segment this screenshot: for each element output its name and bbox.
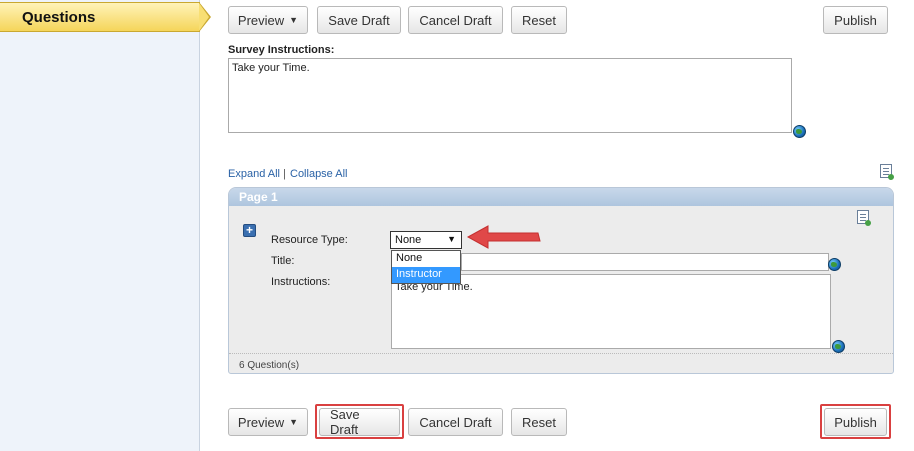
preview-label: Preview <box>237 414 285 430</box>
resource-type-label: Resource Type: <box>271 234 348 246</box>
sidebar: Questions <box>0 0 211 451</box>
link-separator: | <box>283 168 286 180</box>
expand-all-link[interactable]: Expand All <box>228 168 280 180</box>
page-header[interactable]: Page 1 <box>229 188 893 206</box>
sidebar-tab-label: Questions <box>22 9 96 26</box>
reset-button-bottom[interactable]: Reset <box>511 408 567 436</box>
title-input[interactable] <box>461 253 829 271</box>
reset-label: Reset <box>522 12 556 28</box>
dropdown-option-none[interactable]: None <box>392 251 460 267</box>
instructions-label: Instructions: <box>271 276 331 288</box>
globe-icon[interactable] <box>832 340 845 353</box>
resource-type-select[interactable]: None ▼ <box>390 231 462 249</box>
reset-label: Reset <box>522 414 556 430</box>
cancel-draft-button-top[interactable]: Cancel Draft <box>408 6 503 34</box>
collapse-all-link[interactable]: Collapse All <box>290 168 347 180</box>
globe-icon[interactable] <box>828 258 841 271</box>
save-draft-button-top[interactable]: Save Draft <box>317 6 401 34</box>
caret-down-icon: ▼ <box>289 15 299 25</box>
survey-instructions-label: Survey Instructions: <box>228 44 335 56</box>
add-document-icon[interactable] <box>880 164 894 180</box>
save-draft-button-bottom[interactable]: Save Draft <box>319 407 400 437</box>
plus-square-icon[interactable]: + <box>243 224 256 237</box>
page-instructions-textarea[interactable]: Take your Time. <box>391 274 831 349</box>
save-draft-label: Save Draft <box>328 12 390 28</box>
publish-label: Publish <box>834 414 877 430</box>
reset-button-top[interactable]: Reset <box>511 6 567 34</box>
page-panel: Page 1 + Resource Type: Title: Instructi… <box>228 187 894 374</box>
add-question-icon[interactable] <box>857 210 871 226</box>
publish-button-bottom[interactable]: Publish <box>824 408 887 436</box>
publish-button-top[interactable]: Publish <box>823 6 888 34</box>
caret-down-icon: ▼ <box>289 417 299 427</box>
cancel-draft-button-bottom[interactable]: Cancel Draft <box>408 408 503 436</box>
save-draft-label: Save Draft <box>330 407 360 437</box>
dropdown-option-instructor[interactable]: Instructor <box>392 267 460 283</box>
question-count: 6 Question(s) <box>239 360 300 371</box>
preview-button-bottom[interactable]: Preview ▼ <box>228 408 308 436</box>
preview-label: Preview <box>237 12 285 28</box>
resource-type-dropdown: None Instructor <box>391 250 461 284</box>
cancel-draft-label: Cancel Draft <box>419 12 492 28</box>
preview-button-top[interactable]: Preview ▼ <box>228 6 308 34</box>
tab-pointer-inner <box>199 3 209 31</box>
divider <box>229 353 893 354</box>
sidebar-tab-questions[interactable]: Questions <box>0 2 211 32</box>
caret-down-icon: ▼ <box>447 234 456 244</box>
annotation-arrow-icon <box>466 225 541 249</box>
title-label: Title: <box>271 255 295 267</box>
survey-instructions-textarea[interactable]: Take your Time. <box>228 58 792 133</box>
publish-label: Publish <box>834 12 877 28</box>
globe-icon[interactable] <box>793 125 806 138</box>
resource-type-selected-value: None <box>395 234 422 246</box>
cancel-draft-label: Cancel Draft <box>419 414 492 430</box>
